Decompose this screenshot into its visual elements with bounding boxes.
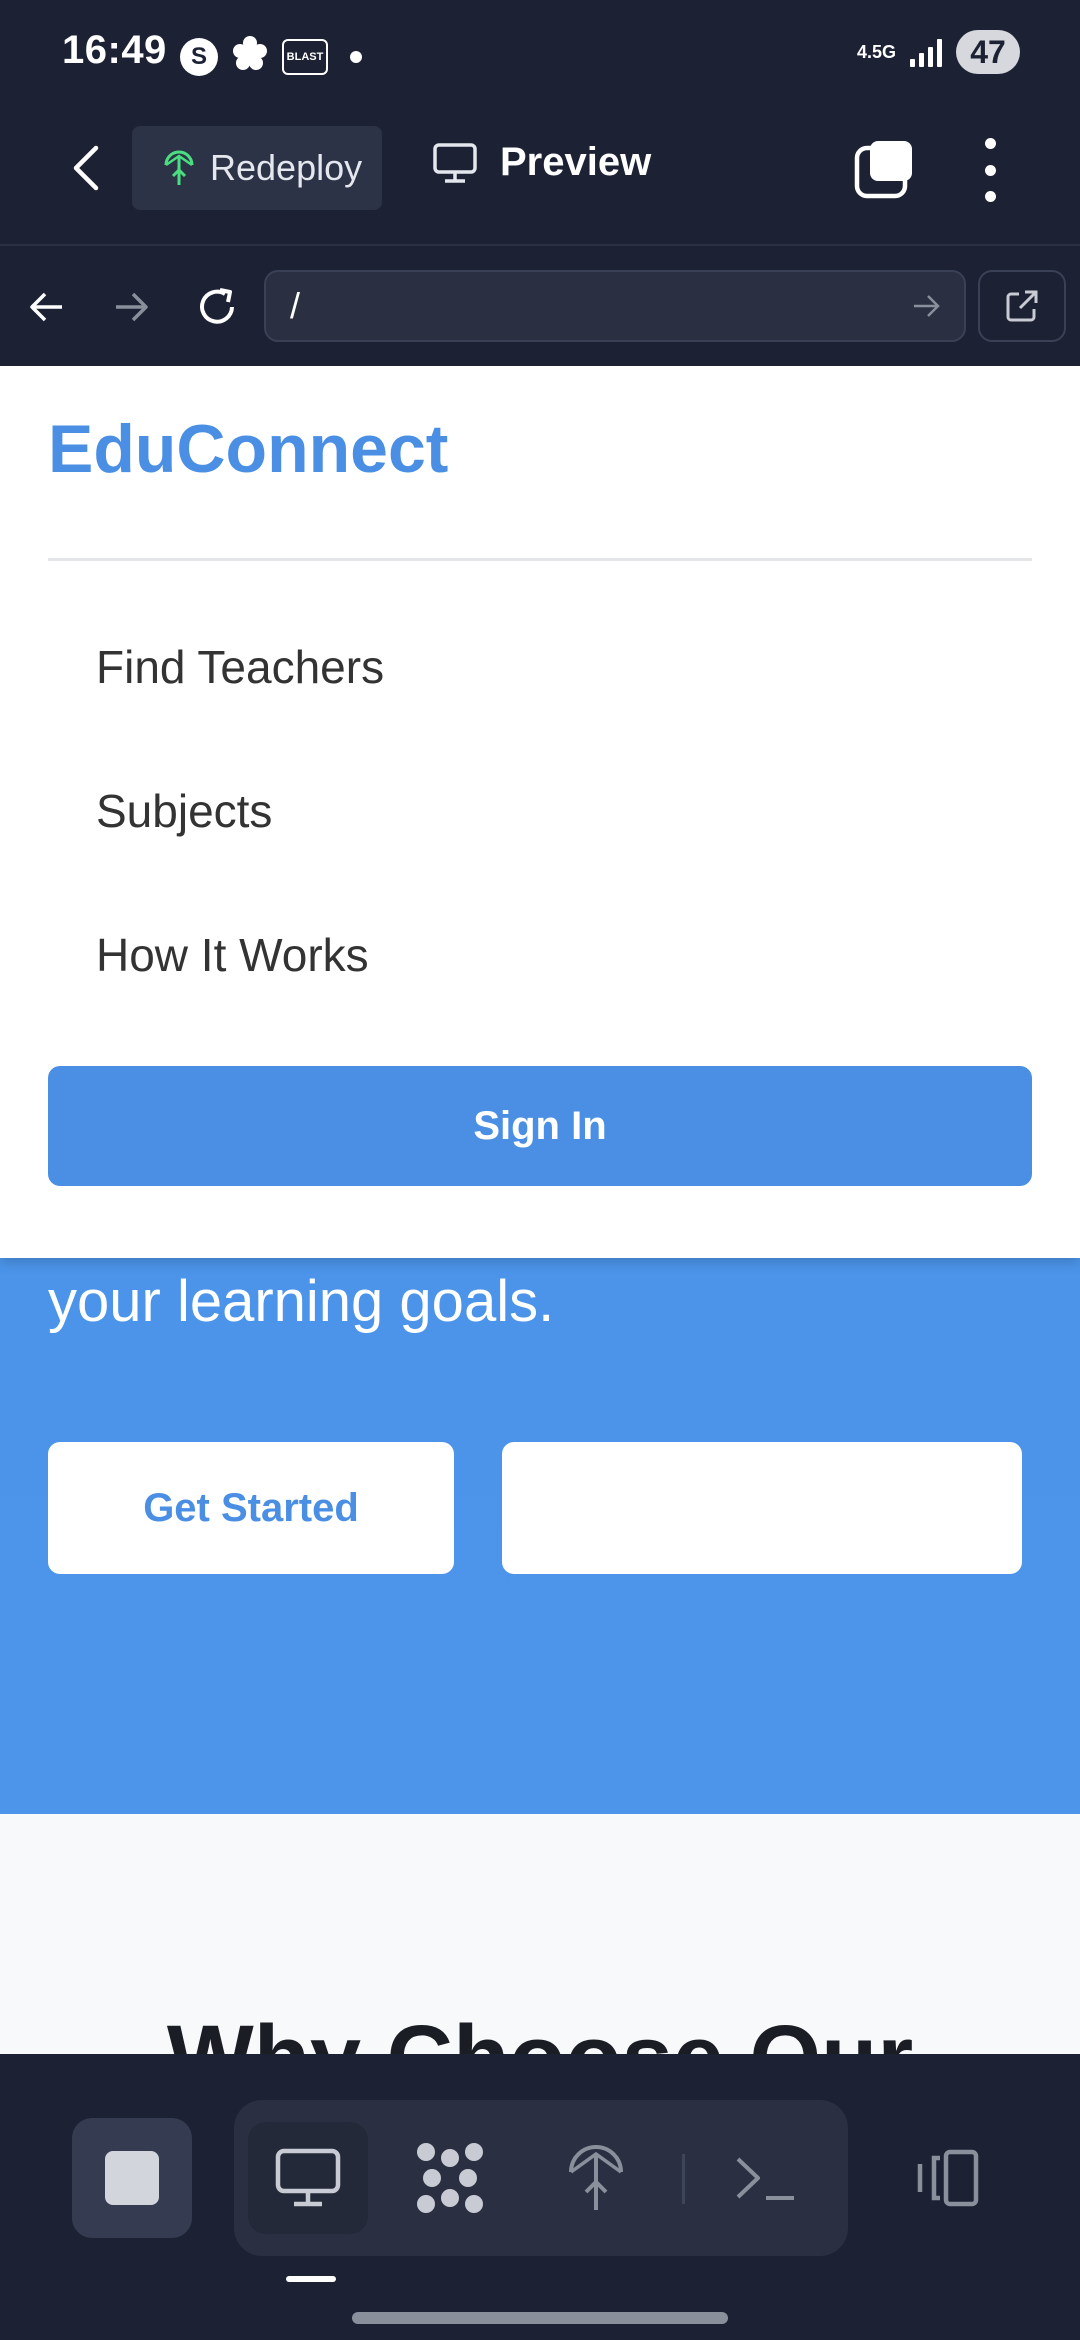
- blast-game-icon: BLAST: [282, 38, 328, 75]
- open-external-button[interactable]: [978, 270, 1066, 342]
- secondary-hero-button[interactable]: [502, 1442, 1022, 1574]
- signal-icon: [910, 37, 942, 67]
- s-app-icon: S: [180, 37, 218, 76]
- tab-deploy[interactable]: [536, 2122, 656, 2234]
- monitor-icon: [433, 142, 477, 183]
- home-indicator[interactable]: [352, 2312, 728, 2324]
- tab-separator: [682, 2154, 685, 2204]
- menu-item-subjects[interactable]: Subjects: [96, 784, 272, 838]
- browser-bar: /: [0, 246, 1080, 366]
- get-started-button[interactable]: Get Started: [48, 1442, 454, 1574]
- tab-grid[interactable]: [390, 2122, 510, 2234]
- chevron-left-icon: [73, 145, 99, 191]
- section-title: Why Choose Our: [0, 2006, 1080, 2054]
- url-text: /: [290, 285, 301, 326]
- bottom-tab-group: [234, 2100, 848, 2256]
- device-toggle-icon[interactable]: [900, 2138, 990, 2218]
- redeploy-icon: [164, 150, 194, 185]
- more-options-icon[interactable]: [975, 138, 1005, 202]
- brand-logo[interactable]: EduConnect: [48, 410, 448, 488]
- flower-icon: [230, 34, 270, 79]
- go-arrow-icon: [914, 295, 940, 317]
- notification-icons: S BLAST: [180, 34, 362, 79]
- tab-preview[interactable]: [248, 2122, 368, 2234]
- network-type: 4.5G: [856, 42, 896, 62]
- monitor-icon: [275, 2148, 341, 2207]
- redeploy-button[interactable]: Redeploy: [132, 126, 382, 210]
- reload-icon[interactable]: [190, 280, 244, 334]
- stop-icon: [105, 2151, 159, 2205]
- tab-terminal[interactable]: [706, 2122, 826, 2234]
- status-bar: 16:49 S BLAST 4.5G 47: [0, 0, 1080, 110]
- browser-back-icon[interactable]: [20, 280, 74, 334]
- terminal-icon: [736, 2157, 794, 2200]
- status-right-icons: 4.5G 47: [857, 30, 1020, 74]
- active-tab-indicator: [286, 2276, 336, 2282]
- dots-grid-icon: [417, 2143, 483, 2213]
- menu-item-find-teachers[interactable]: Find Teachers: [96, 640, 384, 694]
- menu-divider: [48, 558, 1032, 561]
- mobile-menu: EduConnect Find Teachers Subjects How It…: [0, 366, 1080, 1258]
- battery-icon: 47: [956, 30, 1020, 74]
- status-time: 16:49: [62, 28, 167, 72]
- webview: your learning goals. Get Started Why Cho…: [0, 366, 1080, 2054]
- hero-text: your learning goals.: [48, 1269, 555, 1334]
- redeploy-label: Redeploy: [210, 147, 363, 188]
- bottom-nav: [0, 2054, 1080, 2340]
- stop-button[interactable]: [72, 2118, 192, 2238]
- url-input[interactable]: /: [264, 270, 966, 342]
- deploy-icon: [569, 2145, 623, 2210]
- app-screen: 16:49 S BLAST 4.5G 47 Redeploy Preview /…: [0, 0, 1080, 2340]
- preview-title: Preview: [432, 140, 651, 185]
- menu-item-how-it-works[interactable]: How It Works: [96, 928, 369, 982]
- app-toolbar: Redeploy Preview: [0, 110, 1080, 244]
- back-button[interactable]: [60, 138, 110, 198]
- preview-label: Preview: [500, 140, 652, 184]
- sign-in-button[interactable]: Sign In: [48, 1066, 1032, 1186]
- external-link-icon: [1006, 290, 1038, 322]
- browser-forward-icon[interactable]: [104, 280, 158, 334]
- notification-dot-icon: [350, 50, 362, 63]
- tabs-icon[interactable]: [854, 138, 916, 200]
